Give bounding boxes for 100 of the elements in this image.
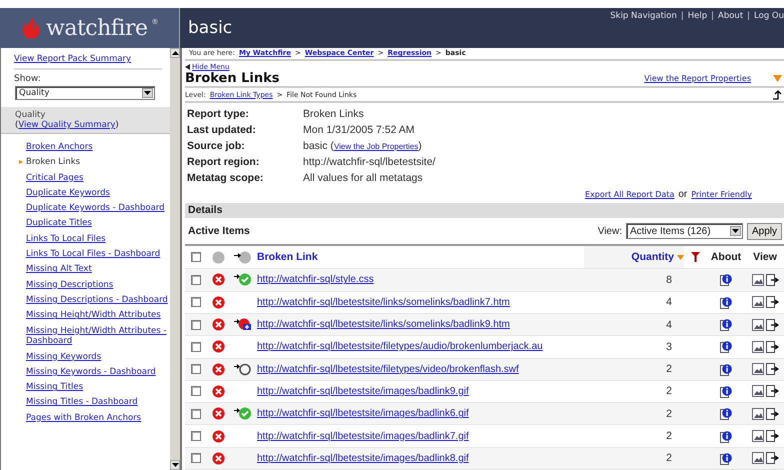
report-link[interactable]: Missing Descriptions - Dashboard <box>26 294 170 306</box>
detail-value: http://watchfir-sql/lbetestsite/ <box>303 156 436 168</box>
scroll-down-icon[interactable] <box>170 460 180 470</box>
info-icon[interactable] <box>720 452 732 465</box>
quantity-cell: 3 <box>666 340 672 353</box>
report-link[interactable]: Missing Titles <box>26 382 170 393</box>
url-link[interactable]: http://watchfir-sql/lbetestsite/links/somelinks/badlink9.htm <box>257 319 510 330</box>
report-link[interactable]: Missing Titles - Dashboard <box>26 397 170 408</box>
detail-value: Mon 1/31/2005 7:52 AM <box>303 124 414 136</box>
open-page-icon[interactable] <box>766 318 778 331</box>
open-page-icon[interactable] <box>766 340 778 353</box>
preview-page-icon[interactable] <box>752 274 764 286</box>
url-link[interactable]: http://watchfir-sql/lbetestsite/images/badlink6.gif <box>257 408 469 420</box>
separator: | <box>747 11 750 23</box>
report-link[interactable]: Links To Local Files <box>26 234 170 244</box>
url-link[interactable]: http://watchfir-sql/lbetestsite/images/badlink7.gif <box>257 430 469 442</box>
flame-logo-icon <box>20 15 42 41</box>
row-checkbox[interactable] <box>191 386 201 396</box>
url-link[interactable]: http://watchfir-sql/style.css <box>257 274 374 286</box>
group-title: Quality <box>15 110 46 120</box>
report-link[interactable]: Duplicate Keywords - Dashboard <box>26 203 170 214</box>
row-checkbox[interactable] <box>191 431 201 442</box>
header-link[interactable]: Skip Navigation <box>610 11 677 48</box>
quantity-cell: 2 <box>666 430 672 442</box>
preview-page-icon[interactable] <box>752 385 764 398</box>
column-header[interactable]: Broken Link <box>257 251 318 264</box>
report-link[interactable]: Missing Descriptions <box>26 280 170 290</box>
job-properties-link[interactable]: View the Job Properties <box>334 142 418 151</box>
open-page-icon[interactable] <box>766 430 778 442</box>
quantity-cell: 8 <box>666 274 672 286</box>
scrollbar[interactable] <box>170 48 182 470</box>
info-icon[interactable] <box>720 340 732 354</box>
level-up-icon[interactable] <box>772 90 782 100</box>
apply-button[interactable]: Apply <box>746 222 782 240</box>
info-icon[interactable] <box>720 430 732 443</box>
report-properties-link[interactable]: View the Report Properties <box>644 74 751 83</box>
open-page-icon[interactable] <box>766 452 778 464</box>
report-link[interactable]: Critical Pages <box>26 172 170 184</box>
report-link[interactable]: Duplicate Titles <box>26 218 170 230</box>
report-link[interactable]: Links To Local Files - Dashboard <box>26 249 170 260</box>
info-icon[interactable] <box>720 362 732 376</box>
report-link[interactable]: Missing Height/Width Attributes - Dashboard <box>26 326 170 347</box>
preview-page-icon[interactable] <box>752 430 764 442</box>
row-checkbox[interactable] <box>191 274 201 285</box>
info-icon[interactable] <box>720 273 732 286</box>
printer-friendly-link[interactable]: Printer Friendly <box>691 190 752 200</box>
open-page-icon[interactable] <box>766 296 778 308</box>
left-arrow-icon[interactable] <box>185 64 190 70</box>
preview-page-icon[interactable] <box>752 318 764 331</box>
preview-page-icon[interactable] <box>752 340 764 353</box>
report-link[interactable]: Pages with Broken Anchors <box>26 412 170 424</box>
url-link[interactable]: http://watchfir-sql/lbetestsite/filetypes/video/brokenflash.swf <box>257 364 519 375</box>
row-checkbox[interactable] <box>191 320 201 330</box>
preview-page-icon[interactable] <box>752 296 764 308</box>
detail-value: Broken Links <box>303 108 364 120</box>
report-link[interactable]: Missing Keywords - Dashboard <box>26 366 170 378</box>
preview-page-icon[interactable] <box>752 408 764 420</box>
report-link[interactable]: Missing Height/Width Attributes <box>26 310 170 321</box>
url-link[interactable]: http://watchfir-sql/lbetestsite/images/badlink9.gif <box>257 386 469 397</box>
scroll-up-icon[interactable] <box>170 48 180 58</box>
site-title: basic <box>188 18 232 38</box>
info-icon[interactable] <box>720 407 732 420</box>
row-checkbox[interactable] <box>191 408 201 419</box>
info-icon[interactable] <box>720 296 732 309</box>
separator: | <box>680 11 684 23</box>
show-dropdown[interactable]: Quality <box>15 86 155 100</box>
preview-page-icon[interactable] <box>752 363 764 376</box>
report-link[interactable]: Missing Keywords <box>26 352 170 362</box>
url-link[interactable]: http://watchfir-sql/lbetestsite/images/badlink8.gif <box>257 452 469 464</box>
header-link[interactable]: Log Ou <box>754 11 784 48</box>
report-link[interactable]: Broken Links <box>26 157 170 168</box>
url-link[interactable]: http://watchfir-sql/lbetestsite/filetypes/audio/brokenlumberjack.au <box>257 341 543 352</box>
header-link[interactable]: Help <box>688 11 708 48</box>
report-link[interactable]: Duplicate Keywords <box>26 188 170 199</box>
filter-icon[interactable] <box>690 252 700 262</box>
row-checkbox[interactable] <box>191 453 201 464</box>
column-header: View <box>753 251 777 264</box>
preview-page-icon[interactable] <box>752 452 764 464</box>
summary-link[interactable]: View Report Pack Summary <box>14 54 162 70</box>
row-checkbox[interactable] <box>191 342 201 352</box>
group-summary-link[interactable]: (View Quality Summary) <box>15 120 170 130</box>
row-checkbox[interactable] <box>191 364 201 374</box>
row-checkbox[interactable] <box>191 297 201 308</box>
open-page-icon[interactable] <box>766 363 778 376</box>
info-icon[interactable] <box>720 318 732 332</box>
header-link[interactable]: About <box>718 11 744 48</box>
view-dropdown[interactable]: Active Items (126) <box>626 223 743 240</box>
info-icon[interactable] <box>720 384 732 398</box>
report-link[interactable]: Broken Anchors <box>26 142 170 153</box>
open-page-icon[interactable] <box>766 408 778 420</box>
open-page-icon[interactable] <box>766 274 778 286</box>
export-link[interactable]: Export All Report Data <box>585 190 674 200</box>
url-link[interactable]: http://watchfir-sql/lbetestsite/links/somelinks/badlink7.htm <box>257 296 510 308</box>
detail-label: Last updated: <box>187 124 257 136</box>
view-label: View: <box>598 226 622 237</box>
report-link[interactable]: Missing Alt Text <box>26 264 170 276</box>
select-all-checkbox[interactable] <box>191 252 201 262</box>
open-page-icon[interactable] <box>766 385 778 398</box>
detail-label: Report region: <box>187 156 260 168</box>
current-arrow-icon <box>19 160 23 164</box>
